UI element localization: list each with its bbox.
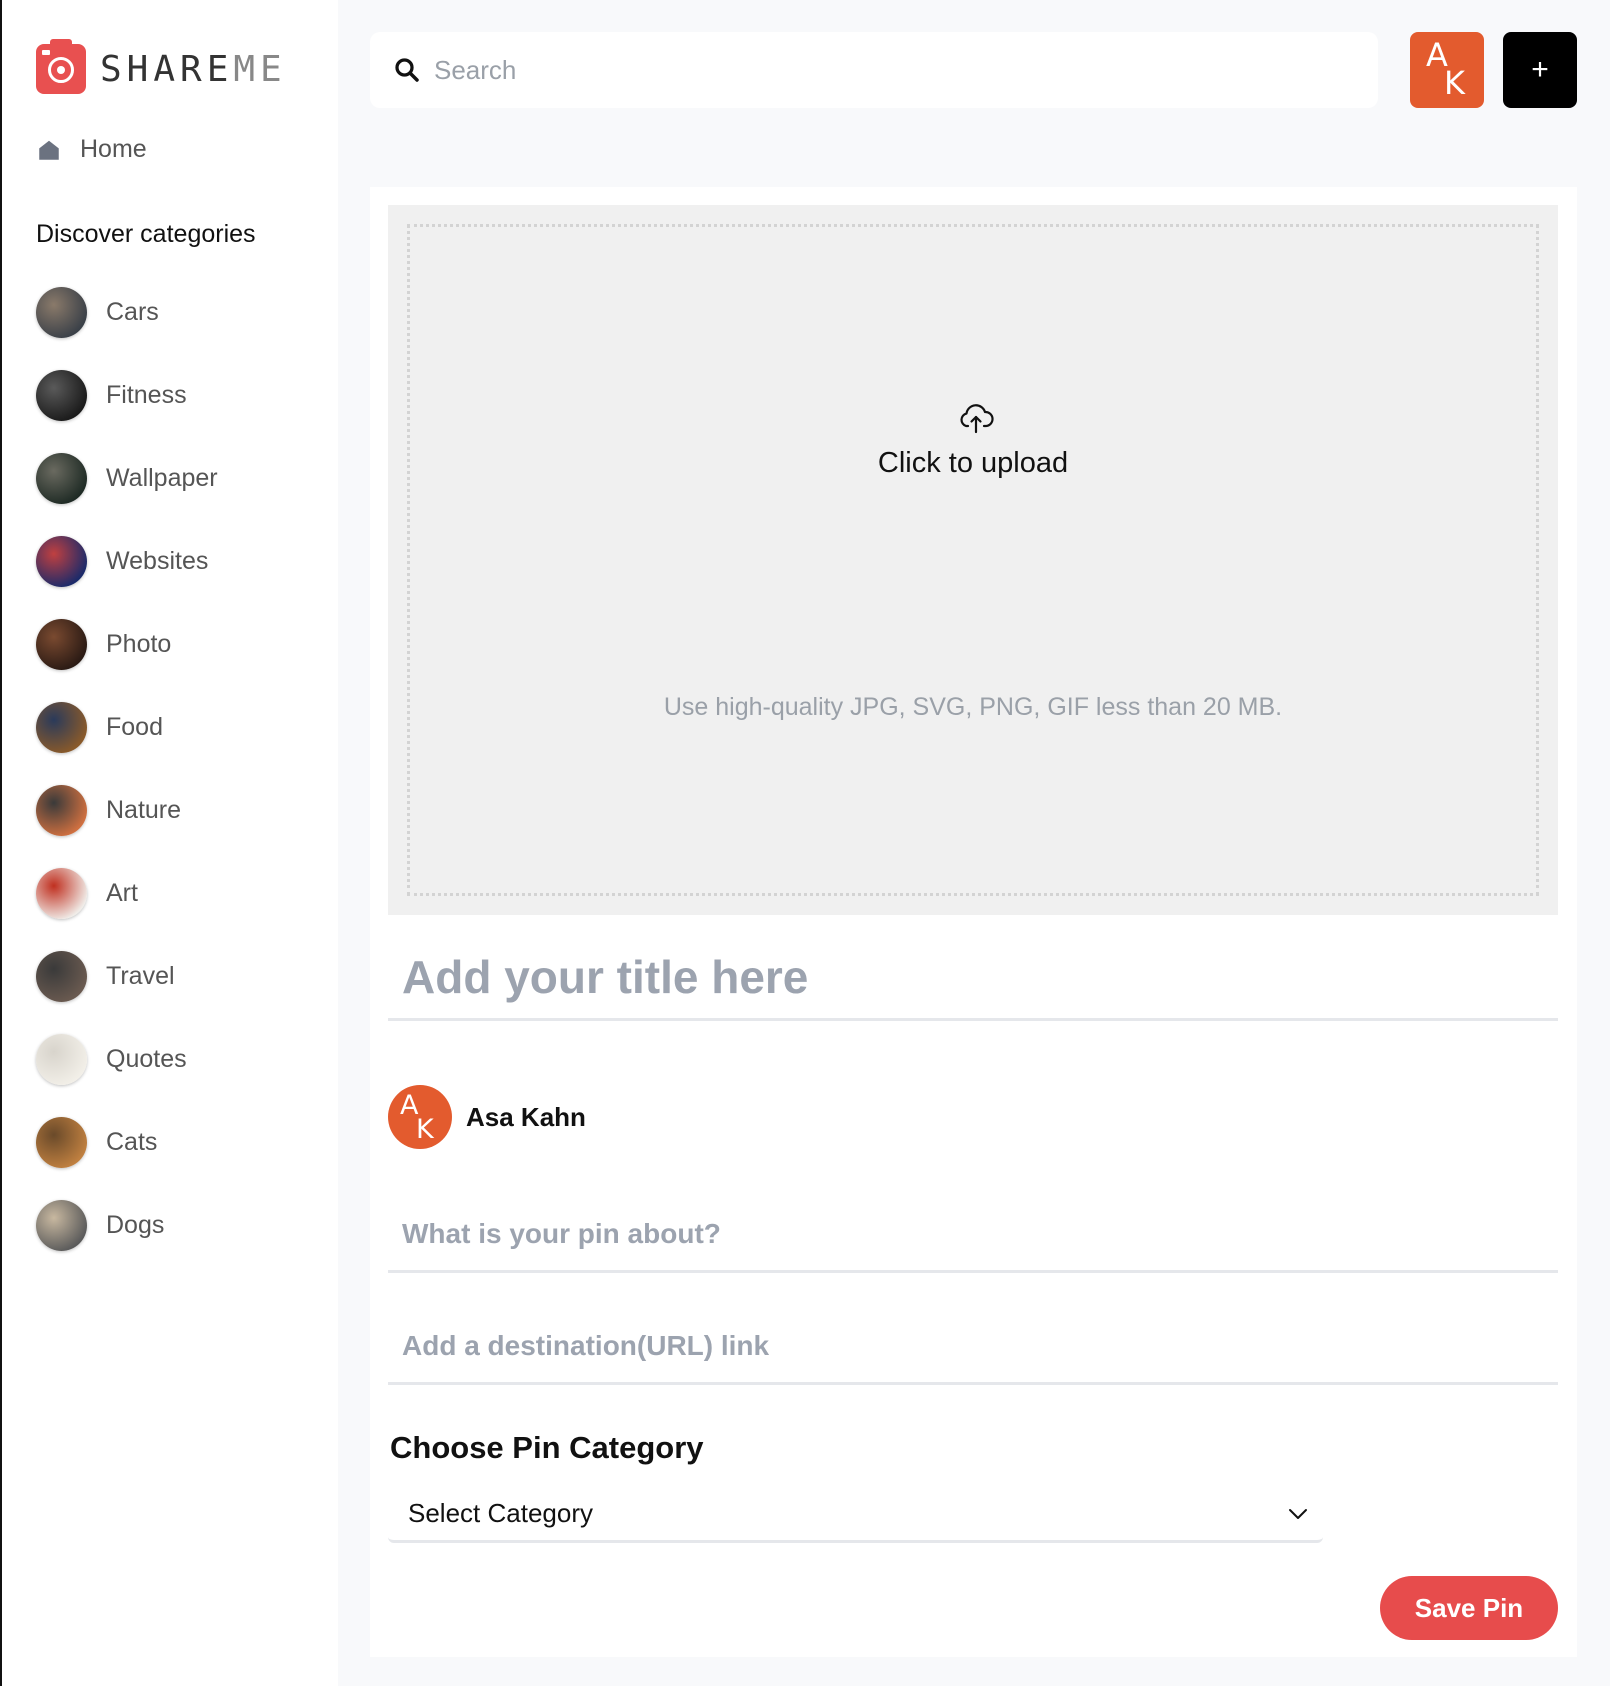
- category-label: Cars: [106, 297, 159, 326]
- category-thumbnail: [36, 1199, 87, 1251]
- upload-label: Click to upload: [877, 447, 1069, 479]
- category-thumbnail: [36, 369, 87, 421]
- category-thumbnail: [36, 286, 87, 338]
- category-item[interactable]: Quotes: [36, 1033, 218, 1085]
- upload-dropzone[interactable]: Click to upload Use high-quality JPG, SV…: [407, 224, 1539, 896]
- plus-icon: +: [1531, 53, 1549, 86]
- category-label: Art: [106, 878, 138, 907]
- search-input[interactable]: [434, 54, 1334, 86]
- category-label: Cats: [106, 1127, 158, 1156]
- destination-field: [388, 1309, 1558, 1385]
- category-thumbnail: [36, 452, 87, 504]
- category-label: Dogs: [106, 1210, 165, 1239]
- category-label: Food: [106, 712, 163, 741]
- svg-text:K: K: [416, 1114, 435, 1145]
- nav-home[interactable]: Home: [36, 135, 147, 164]
- camera-icon: [36, 39, 86, 94]
- category-item[interactable]: Nature: [36, 784, 218, 836]
- author-avatar-initials: A K: [400, 1090, 435, 1145]
- title-field: [388, 935, 1558, 1021]
- logo-text-light: ME: [233, 48, 287, 90]
- app-logo[interactable]: SHAREME: [36, 39, 287, 94]
- logo-text-bold: SHARE: [100, 48, 234, 90]
- cloud-upload-icon: [960, 404, 994, 434]
- about-field: [388, 1197, 1558, 1273]
- category-thumbnail: [36, 1033, 87, 1085]
- category-heading: Choose Pin Category: [390, 1430, 704, 1465]
- home-icon: [39, 140, 59, 160]
- create-pin-button[interactable]: +: [1503, 32, 1577, 108]
- user-avatar-initials: A K: [1426, 36, 1466, 102]
- category-thumbnail: [36, 867, 87, 919]
- category-label: Travel: [106, 961, 175, 990]
- category-thumbnail: [36, 701, 87, 753]
- category-list: Cars Fitness Wallpaper Websites Photo Food Nat…: [36, 286, 218, 1282]
- category-item[interactable]: Cars: [36, 286, 218, 338]
- category-item[interactable]: Wallpaper: [36, 452, 218, 504]
- category-item[interactable]: Food: [36, 701, 218, 753]
- category-thumbnail: [36, 784, 87, 836]
- search-icon: [395, 58, 419, 82]
- home-label: Home: [80, 135, 147, 163]
- category-item[interactable]: Websites: [36, 535, 218, 587]
- logo-text: SHAREME: [100, 49, 287, 90]
- about-input[interactable]: [388, 1217, 1558, 1250]
- chevron-down-icon: [1289, 1508, 1307, 1519]
- category-thumbnail: [36, 1116, 87, 1168]
- category-item[interactable]: Photo: [36, 618, 218, 670]
- svg-text:K: K: [1444, 64, 1466, 102]
- pin-author: A K Asa Kahn: [388, 1085, 586, 1149]
- upload-hint: Use high-quality JPG, SVG, PNG, GIF less…: [663, 693, 1283, 721]
- sidebar: SHAREME Home Discover categories Cars Fit…: [0, 0, 338, 1686]
- category-label: Websites: [106, 546, 209, 575]
- category-item[interactable]: Travel: [36, 950, 218, 1002]
- category-label: Nature: [106, 795, 182, 824]
- title-input[interactable]: [388, 949, 1558, 1004]
- category-item[interactable]: Art: [36, 867, 218, 919]
- category-label: Photo: [106, 629, 172, 658]
- category-item[interactable]: Cats: [36, 1116, 218, 1168]
- category-item[interactable]: Fitness: [36, 369, 218, 421]
- category-select[interactable]: Select Category: [388, 1487, 1323, 1543]
- category-item[interactable]: Dogs: [36, 1199, 218, 1251]
- category-label: Wallpaper: [106, 463, 218, 492]
- discover-heading: Discover categories: [36, 220, 256, 248]
- category-thumbnail: [36, 618, 87, 670]
- save-pin-button[interactable]: Save Pin: [1380, 1576, 1558, 1640]
- category-select-value: Select Category: [408, 1498, 593, 1528]
- search-bar[interactable]: [370, 32, 1378, 108]
- category-label: Fitness: [106, 380, 187, 409]
- user-avatar[interactable]: A K: [1410, 32, 1484, 108]
- category-thumbnail: [36, 535, 87, 587]
- upload-area: Click to upload Use high-quality JPG, SV…: [388, 205, 1558, 915]
- destination-input[interactable]: [388, 1329, 1558, 1362]
- author-name: Asa Kahn: [466, 1101, 586, 1132]
- category-label: Quotes: [106, 1044, 187, 1073]
- create-pin-form: Click to upload Use high-quality JPG, SV…: [370, 187, 1577, 1657]
- author-avatar: A K: [388, 1085, 452, 1149]
- category-thumbnail: [36, 950, 87, 1002]
